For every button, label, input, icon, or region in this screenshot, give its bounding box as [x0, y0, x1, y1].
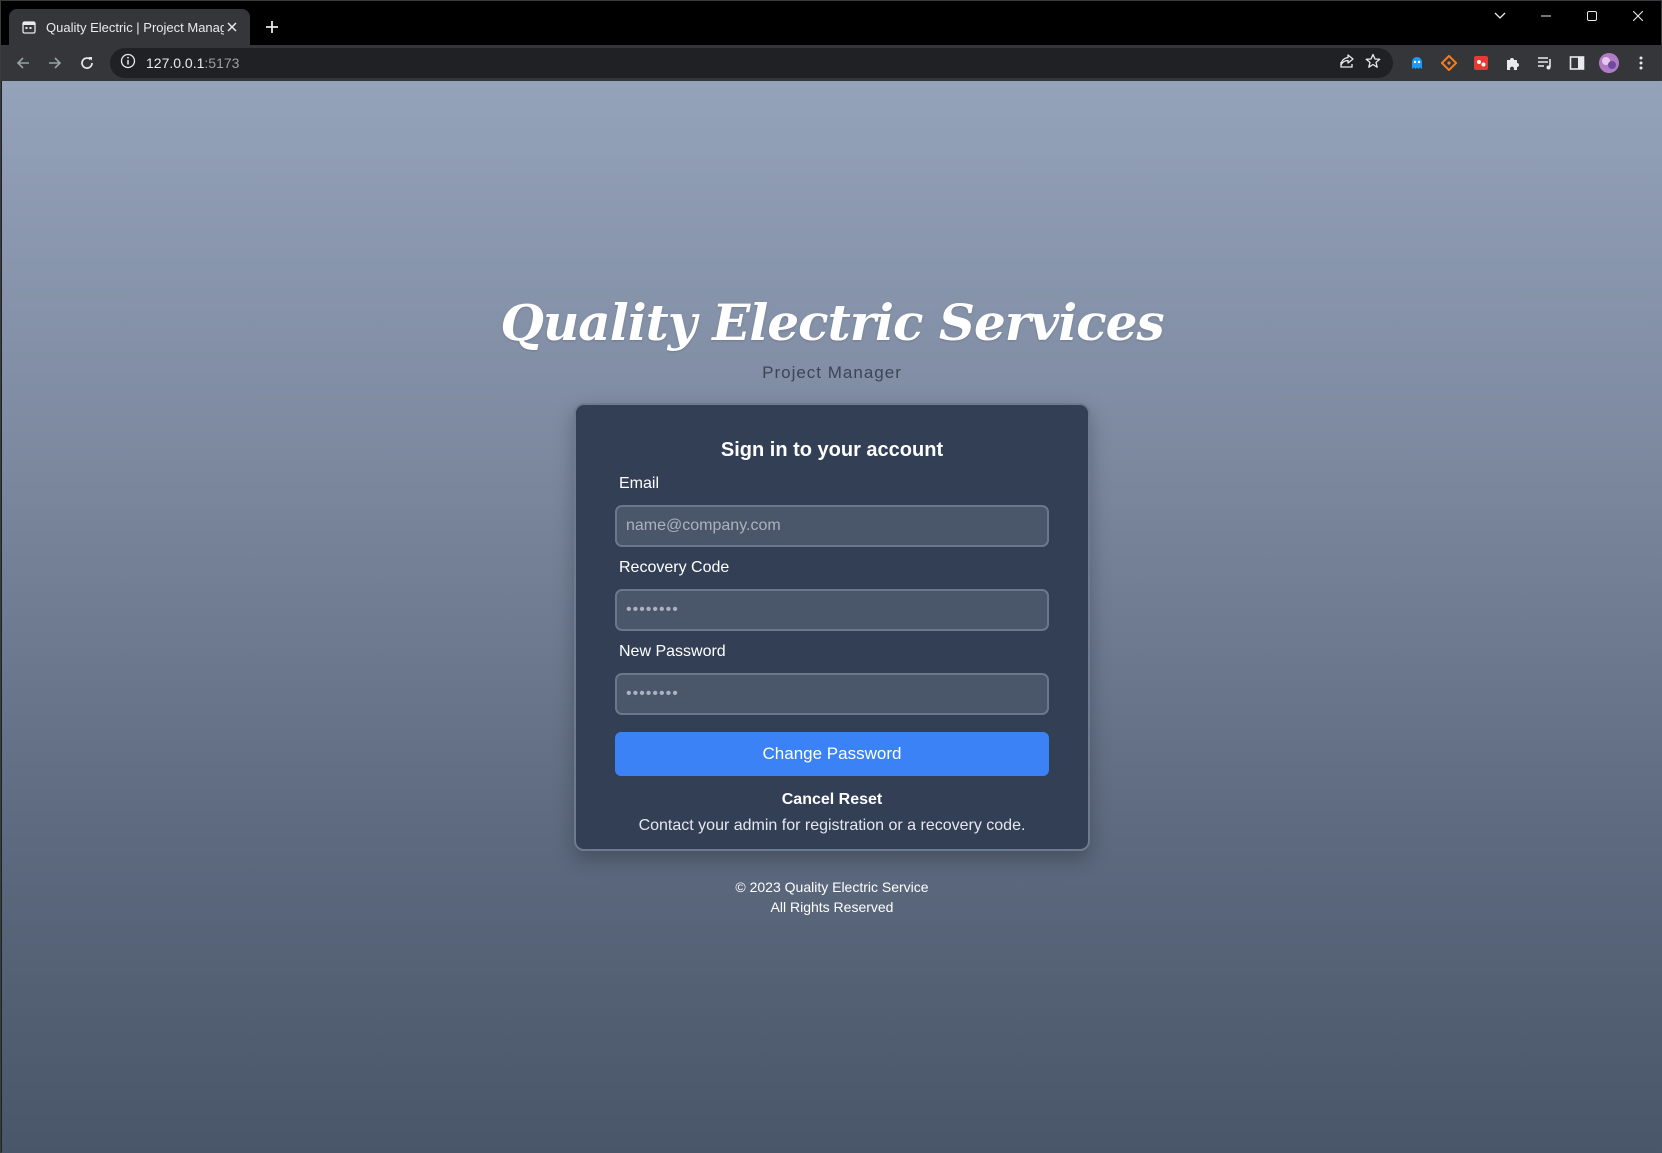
change-password-button[interactable]: Change Password	[615, 732, 1049, 776]
email-label: Email	[619, 475, 660, 492]
cancel-reset-link[interactable]: Cancel Reset	[576, 791, 1088, 809]
media-queue-icon[interactable]	[1529, 48, 1561, 78]
info-icon[interactable]	[120, 53, 136, 74]
kebab-menu-icon[interactable]	[1625, 48, 1657, 78]
rights-text: All Rights Reserved	[770, 899, 894, 915]
tab-title: Quality Electric | Project Manager	[46, 19, 224, 35]
tab-search-button[interactable]	[1477, 1, 1523, 31]
tab-strip: Quality Electric | Project Manager	[1, 1, 1661, 45]
git-extension-icon[interactable]	[1433, 48, 1465, 78]
copyright-text: © 2023 Quality Electric Service	[735, 879, 929, 895]
email-field[interactable]	[615, 505, 1049, 547]
page-footer: © 2023 Quality Electric Service All Righ…	[2, 877, 1662, 917]
new-password-field[interactable]	[615, 673, 1049, 715]
chevron-down-icon	[1494, 12, 1506, 19]
arrow-right-icon	[49, 57, 62, 69]
browser-toolbar: 127.0.0.1:5173	[1, 45, 1661, 81]
reset-password-card: Sign in to your account Email Recovery C…	[574, 403, 1090, 851]
url-host: 127.0.0.1	[146, 55, 205, 71]
close-window-button[interactable]	[1615, 1, 1661, 31]
reload-button[interactable]	[71, 47, 103, 79]
arrow-left-icon	[16, 57, 29, 69]
side-panel-icon[interactable]	[1561, 48, 1593, 78]
url-text[interactable]: 127.0.0.1:5173	[146, 55, 1339, 71]
minimize-icon	[1541, 15, 1551, 17]
ghost-extension-icon[interactable]	[1401, 48, 1433, 78]
recovery-code-label: Recovery Code	[619, 559, 730, 576]
brand-subtitle: Project Manager	[762, 363, 902, 382]
close-icon	[1633, 11, 1643, 21]
brand-title: Quality Electric Services	[500, 293, 1164, 352]
back-button[interactable]	[7, 47, 39, 79]
page-viewport: Quality Electric Services Project Manage…	[2, 81, 1662, 1153]
calendar-favicon-icon	[21, 19, 37, 35]
url-port: :5173	[204, 55, 240, 71]
profile-avatar[interactable]	[1593, 48, 1625, 78]
tab-close-icon[interactable]	[224, 19, 240, 35]
contact-admin-text: Contact your admin for registration or a…	[638, 817, 1026, 834]
bookmark-star-icon[interactable]	[1365, 53, 1381, 74]
address-bar[interactable]: 127.0.0.1:5173	[110, 48, 1393, 78]
card-heading: Sign in to your account	[720, 439, 944, 461]
active-tab[interactable]: Quality Electric | Project Manager	[9, 9, 250, 45]
share-icon[interactable]	[1339, 53, 1355, 74]
maximize-icon	[1587, 11, 1597, 21]
forward-button[interactable]	[39, 47, 71, 79]
maximize-button[interactable]	[1569, 1, 1615, 31]
puzzle-extensions-icon[interactable]	[1497, 48, 1529, 78]
new-tab-button[interactable]	[262, 15, 282, 39]
reload-icon	[81, 57, 93, 69]
minimize-button[interactable]	[1523, 1, 1569, 31]
new-password-label: New Password	[619, 643, 726, 660]
red-extension-icon[interactable]	[1465, 48, 1497, 78]
recovery-code-field[interactable]	[615, 589, 1049, 631]
plus-icon	[266, 21, 278, 33]
window-controls	[1477, 1, 1661, 31]
extension-icons	[1401, 48, 1657, 78]
browser-window: Quality Electric | Project Manager 127.0…	[0, 0, 1662, 1153]
